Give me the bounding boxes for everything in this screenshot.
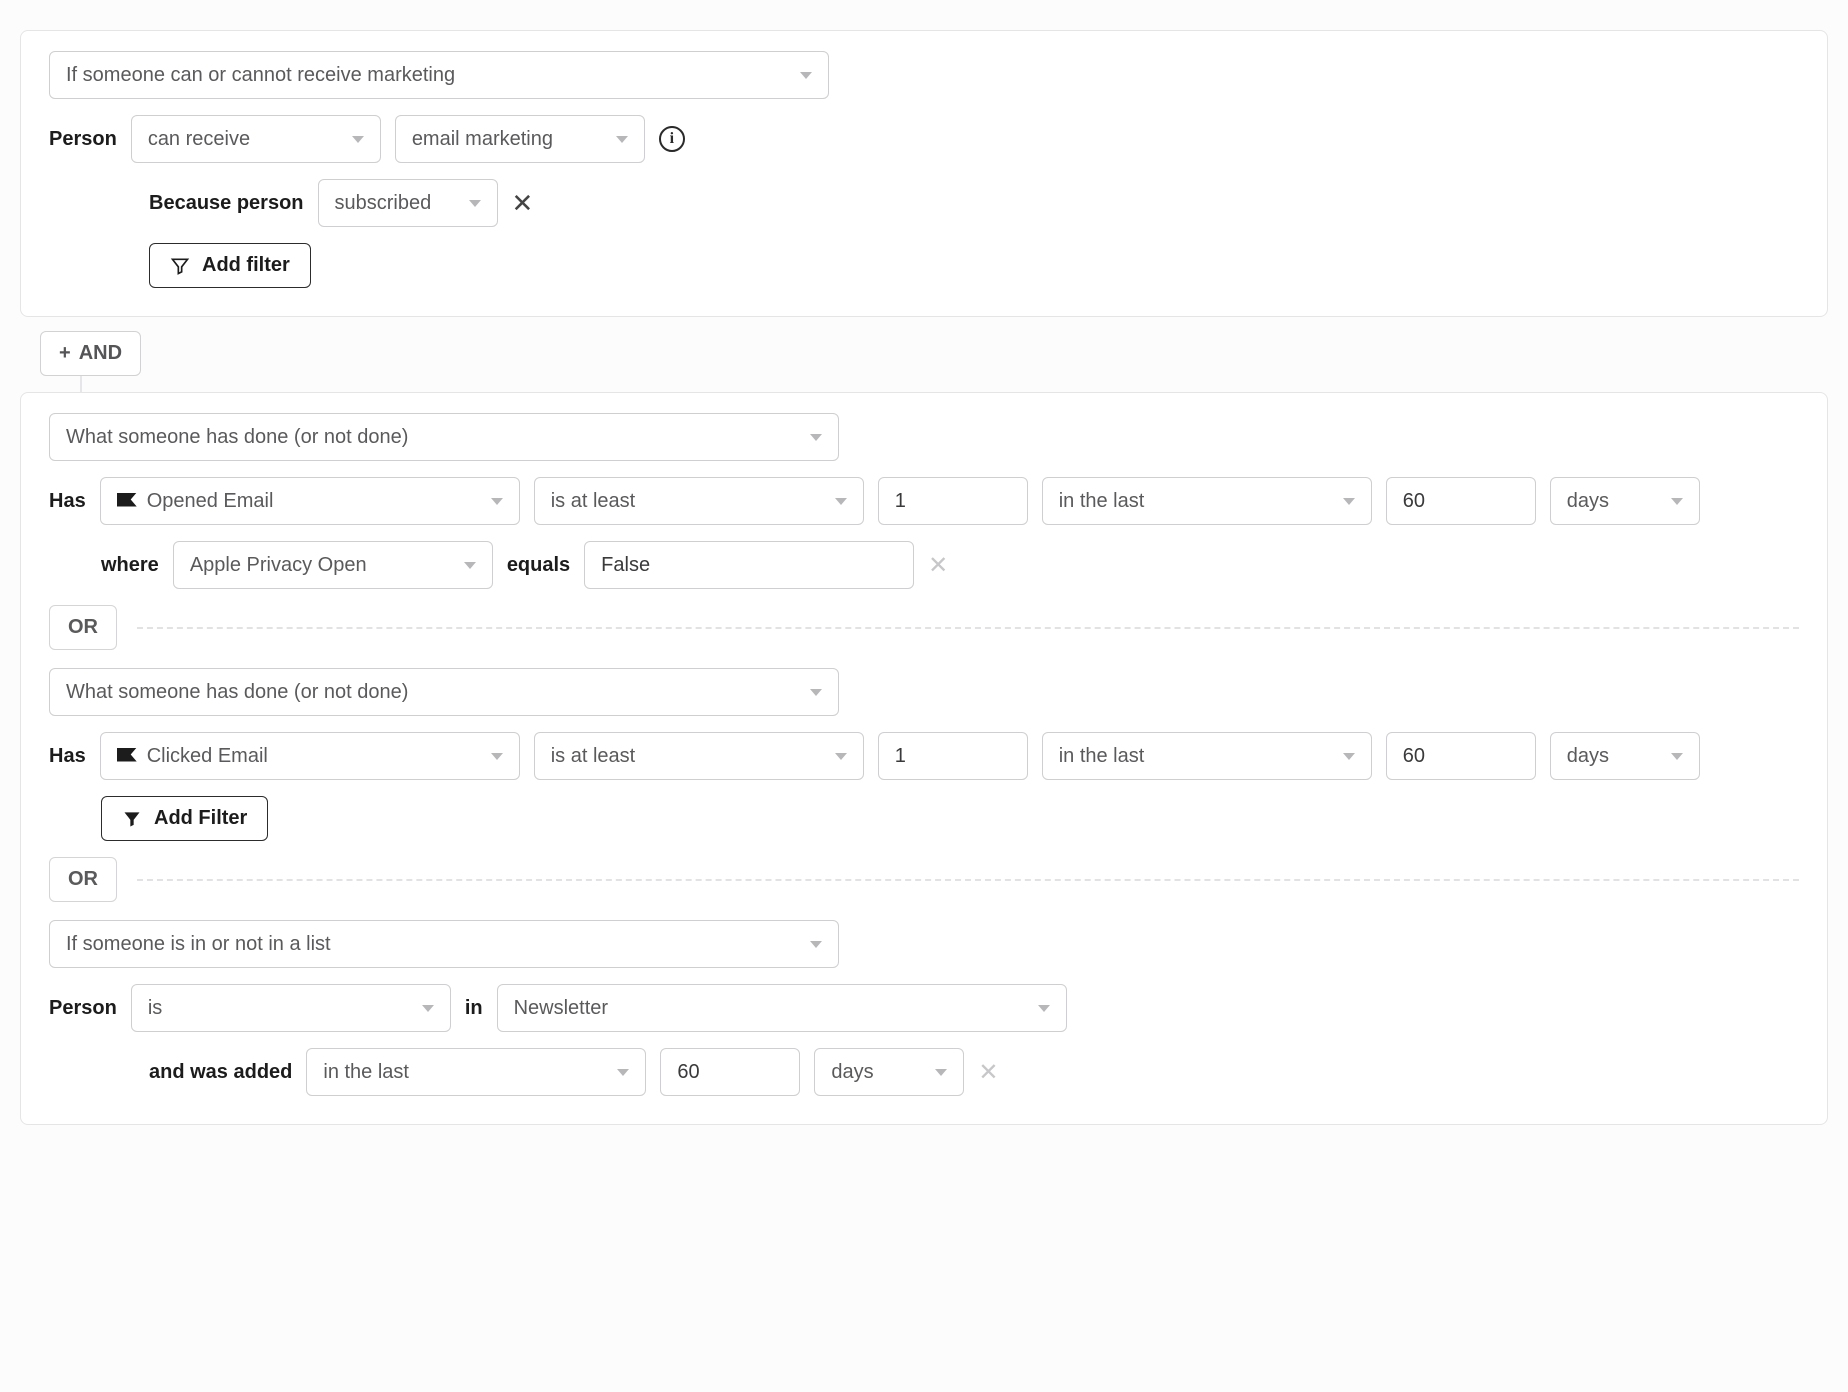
range-select[interactable]: in the last [306, 1048, 646, 1096]
where-label: where [101, 554, 159, 577]
condition-type-select[interactable]: If someone can or cannot receive marketi… [49, 51, 829, 99]
or-badge[interactable]: OR [49, 857, 117, 902]
or-separator: OR [49, 857, 1799, 902]
channel-select[interactable]: email marketing [395, 115, 645, 163]
chevron-down-icon [1671, 498, 1683, 505]
chevron-down-icon [491, 753, 503, 760]
range-n-input[interactable]: 60 [1386, 732, 1536, 780]
condition-group-1: If someone can or cannot receive marketi… [20, 30, 1828, 317]
count-input[interactable]: 1 [878, 732, 1028, 780]
range-select[interactable]: in the last [1042, 732, 1372, 780]
because-select[interactable]: subscribed [318, 179, 498, 227]
info-icon[interactable]: i [659, 126, 685, 152]
chevron-down-icon [810, 941, 822, 948]
chevron-down-icon [616, 136, 628, 143]
remove-because-icon[interactable]: ✕ [512, 188, 534, 219]
condition-type-select[interactable]: What someone has done (or not done) [49, 413, 839, 461]
is-select[interactable]: is [131, 984, 451, 1032]
chevron-down-icon [800, 72, 812, 79]
has-label: Has [49, 745, 86, 768]
because-label: Because person [149, 192, 304, 215]
operator-select[interactable]: is at least [534, 477, 864, 525]
flag-icon [117, 748, 137, 762]
or-separator: OR [49, 605, 1799, 650]
chevron-down-icon [1343, 753, 1355, 760]
connector-line [80, 376, 82, 392]
unit-select[interactable]: days [814, 1048, 964, 1096]
and-join-button[interactable]: + AND [40, 331, 141, 376]
range-n-input[interactable]: 60 [1386, 477, 1536, 525]
chevron-down-icon [810, 434, 822, 441]
unit-select[interactable]: days [1550, 732, 1700, 780]
range-select[interactable]: in the last [1042, 477, 1372, 525]
funnel-icon [122, 809, 142, 829]
has-label: Has [49, 490, 86, 513]
chevron-down-icon [1343, 498, 1355, 505]
equals-label: equals [507, 554, 570, 577]
chevron-down-icon [1038, 1005, 1050, 1012]
unit-select[interactable]: days [1550, 477, 1700, 525]
range-n-input[interactable]: 60 [660, 1048, 800, 1096]
where-value-input[interactable]: False [584, 541, 914, 589]
chevron-down-icon [835, 753, 847, 760]
event-select[interactable]: Clicked Email [100, 732, 520, 780]
list-select[interactable]: Newsletter [497, 984, 1067, 1032]
remove-where-icon[interactable]: ✕ [928, 551, 948, 580]
in-label: in [465, 997, 483, 1020]
chevron-down-icon [835, 498, 847, 505]
chevron-down-icon [469, 200, 481, 207]
person-label: Person [49, 128, 117, 151]
chevron-down-icon [352, 136, 364, 143]
where-prop-select[interactable]: Apple Privacy Open [173, 541, 493, 589]
remove-added-icon[interactable]: ✕ [978, 1058, 998, 1087]
dash-line [137, 879, 1799, 881]
flag-icon [117, 493, 137, 507]
chevron-down-icon [464, 562, 476, 569]
condition-type-select[interactable]: If someone is in or not in a list [49, 920, 839, 968]
condition-group-2: What someone has done (or not done) Has … [20, 392, 1828, 1125]
condition-type-select[interactable]: What someone has done (or not done) [49, 668, 839, 716]
dash-line [137, 627, 1799, 629]
count-input[interactable]: 1 [878, 477, 1028, 525]
chevron-down-icon [422, 1005, 434, 1012]
add-filter-button[interactable]: Add Filter [101, 796, 268, 841]
plus-icon: + [59, 342, 71, 365]
chevron-down-icon [491, 498, 503, 505]
added-label: and was added [149, 1061, 292, 1084]
add-filter-button[interactable]: Add filter [149, 243, 311, 288]
chevron-down-icon [1671, 753, 1683, 760]
chevron-down-icon [810, 689, 822, 696]
operator-select[interactable]: is at least [534, 732, 864, 780]
chevron-down-icon [617, 1069, 629, 1076]
event-select[interactable]: Opened Email [100, 477, 520, 525]
or-badge[interactable]: OR [49, 605, 117, 650]
chevron-down-icon [935, 1069, 947, 1076]
person-label: Person [49, 997, 117, 1020]
funnel-icon [170, 256, 190, 276]
condition-type-label: If someone can or cannot receive marketi… [66, 64, 786, 87]
can-receive-select[interactable]: can receive [131, 115, 381, 163]
